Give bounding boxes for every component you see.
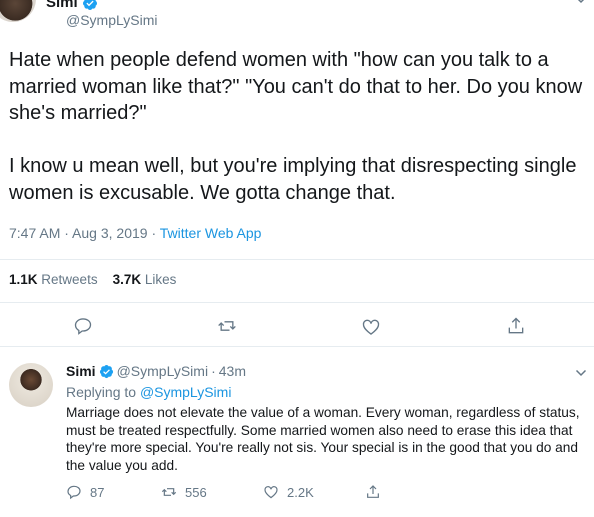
tweet-date[interactable]: Aug 3, 2019 — [72, 225, 148, 241]
retweets-label: Retweets — [41, 272, 98, 287]
retweet-icon[interactable] — [217, 316, 237, 336]
reply-action-share[interactable] — [365, 484, 381, 500]
meta-separator: · — [60, 225, 73, 241]
retweet-count: 556 — [185, 484, 207, 500]
reply-header: Simi @SympLySimi · 43m — [66, 363, 246, 379]
retweets-stat[interactable]: 1.1K Retweets — [9, 272, 98, 287]
likes-stat[interactable]: 3.7K Likes — [113, 272, 177, 287]
share-icon — [367, 485, 379, 498]
reply-action-retweet[interactable]: 556 — [161, 484, 207, 500]
author-avatar[interactable] — [0, 0, 36, 22]
author-handle[interactable]: @SympLySimi — [66, 12, 158, 28]
author-name-row[interactable]: Simi — [46, 0, 98, 11]
reply-action-like[interactable]: 2.2K — [263, 484, 314, 500]
reply-icon[interactable] — [73, 316, 93, 336]
reply-action-reply[interactable]: 87 — [66, 484, 104, 500]
tweet-meta: 7:47 AM · Aug 3, 2019 · Twitter Web App — [9, 225, 261, 241]
author-name[interactable]: Simi — [46, 0, 78, 11]
chevron-down-icon[interactable] — [575, 0, 587, 6]
likes-label: Likes — [144, 272, 177, 287]
replying-prefix: Replying to — [66, 384, 140, 400]
tweet-stats: 1.1K Retweets 3.7K Likes — [9, 272, 176, 287]
tweet-time[interactable]: 7:47 AM — [9, 225, 60, 241]
divider — [0, 302, 594, 303]
reply-separator: · — [211, 363, 216, 379]
reply-count: 87 — [90, 484, 105, 500]
reply-author-name[interactable]: Simi — [66, 363, 96, 379]
reply-author-avatar[interactable] — [9, 363, 53, 407]
reply-age[interactable]: 43m — [219, 363, 246, 379]
replying-to: Replying to @SympLySimi — [66, 384, 231, 400]
heart-icon[interactable] — [361, 317, 381, 337]
retweet-icon — [161, 488, 177, 496]
share-icon[interactable] — [506, 316, 526, 336]
tweet-text: Hate when people defend women with "how … — [9, 49, 583, 204]
reply-text: Marriage does not elevate the value of a… — [66, 405, 580, 473]
verified-badge-icon — [99, 364, 113, 378]
reply-author-handle[interactable]: @SympLySimi — [117, 363, 209, 379]
reply-icon — [67, 485, 81, 500]
divider — [0, 259, 594, 260]
divider — [0, 346, 594, 347]
replying-to-handle[interactable]: @SympLySimi — [140, 384, 232, 400]
verified-badge-icon — [82, 0, 97, 10]
heart-icon — [264, 486, 278, 499]
like-count: 2.2K — [287, 484, 314, 500]
retweets-count: 1.1K — [9, 272, 38, 287]
meta-separator: · — [147, 225, 160, 241]
chevron-down-icon[interactable] — [575, 367, 587, 379]
likes-count: 3.7K — [112, 272, 142, 287]
tweet-source[interactable]: Twitter Web App — [160, 225, 262, 241]
